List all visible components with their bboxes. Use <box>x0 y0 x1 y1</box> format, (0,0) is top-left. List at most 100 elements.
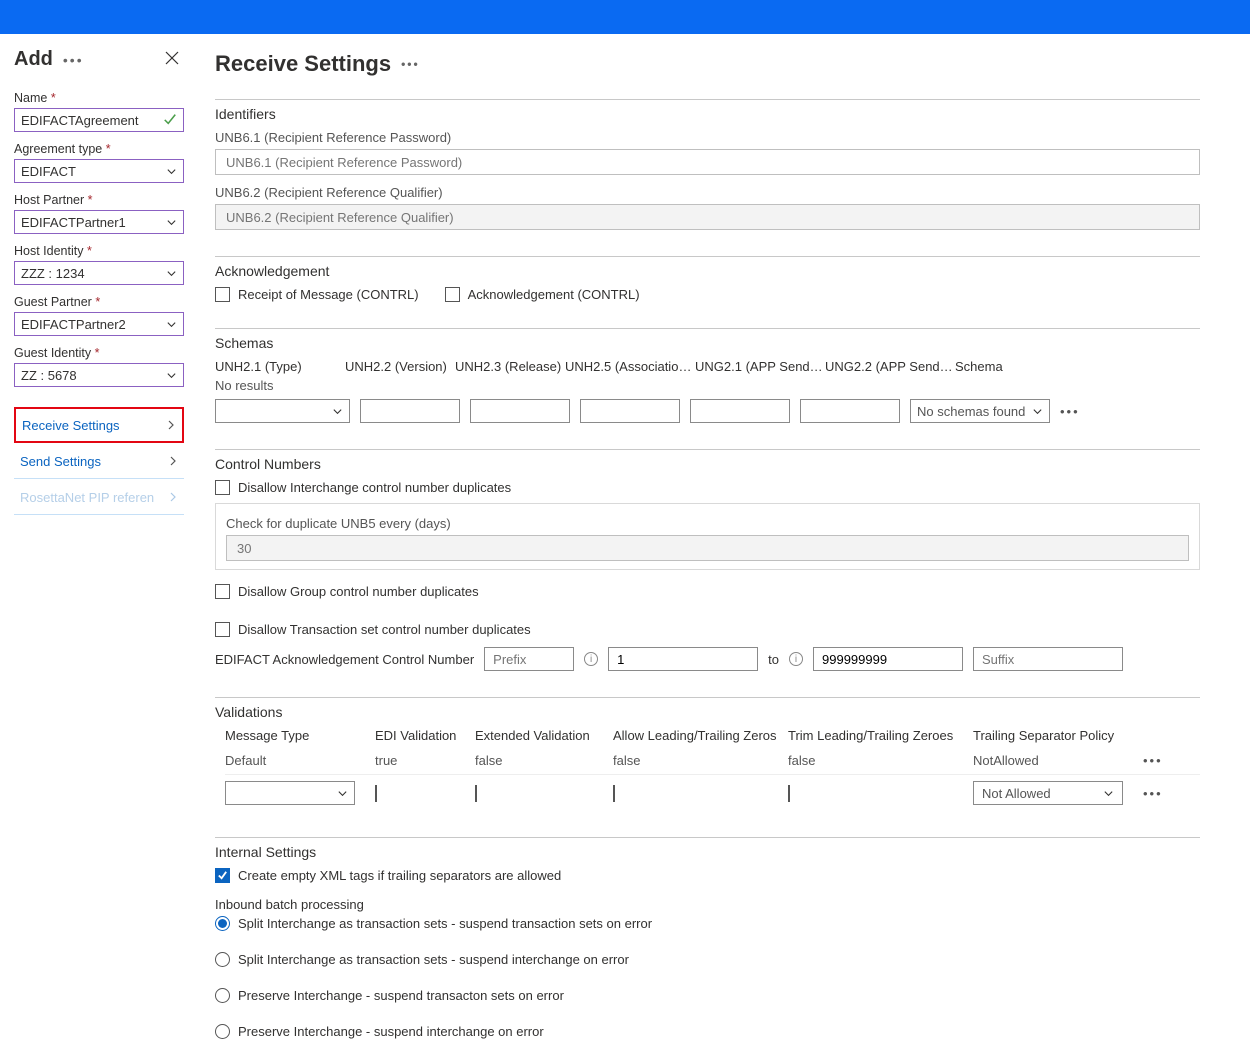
host-identity-label: Host Identity * <box>14 244 184 258</box>
unb61-input[interactable] <box>215 149 1200 175</box>
name-input[interactable]: EDIFACTAgreement <box>14 108 184 132</box>
schema-col-association: UNH2.5 (Association … <box>565 359 695 374</box>
val-col-allow: Allow Leading/Trailing Zeros <box>613 728 788 743</box>
validation-edi-checkbox[interactable] <box>375 785 377 802</box>
chevron-down-icon <box>166 319 177 330</box>
guest-identity-label: Guest Identity * <box>14 346 184 360</box>
identifiers-section: Identifiers UNB6.1 (Recipient Reference … <box>215 99 1200 230</box>
app-topbar <box>0 0 1250 34</box>
chevron-right-icon <box>168 490 178 505</box>
validation-trim-checkbox[interactable] <box>788 785 790 802</box>
receive-settings-panel: Receive Settings ••• Identifiers UNB6.1 … <box>199 34 1250 1060</box>
receipt-of-message-checkbox[interactable]: Receipt of Message (CONTRL) <box>215 287 419 302</box>
guest-identity-select[interactable]: ZZ : 5678 <box>14 363 184 387</box>
create-empty-xml-checkbox[interactable]: Create empty XML tags if trailing separa… <box>215 868 1200 883</box>
host-partner-select[interactable]: EDIFACTPartner1 <box>14 210 184 234</box>
unb62-input[interactable] <box>215 204 1200 230</box>
identifiers-heading: Identifiers <box>215 106 1200 122</box>
page-title: Receive Settings <box>215 51 391 77</box>
close-icon[interactable] <box>164 50 184 70</box>
ack-prefix-input[interactable] <box>484 647 574 671</box>
schema-association-input[interactable] <box>580 399 680 423</box>
disallow-interchange-checkbox[interactable]: Disallow Interchange control number dupl… <box>215 480 1200 495</box>
disallow-transaction-checkbox[interactable]: Disallow Transaction set control number … <box>215 622 1200 637</box>
chevron-down-icon <box>166 370 177 381</box>
validation-row-new: Not Allowed ••• <box>225 775 1200 811</box>
more-icon[interactable]: ••• <box>401 57 420 71</box>
validations-heading: Validations <box>215 704 1200 720</box>
ack-heading: Acknowledgement <box>215 263 1200 279</box>
chevron-down-icon <box>166 166 177 177</box>
schema-row-more-icon[interactable]: ••• <box>1060 404 1080 419</box>
validation-ext-checkbox[interactable] <box>475 785 477 802</box>
schema-col-schema: Schema <box>955 359 1095 374</box>
schema-type-select[interactable] <box>215 399 350 423</box>
acknowledgement-checkbox[interactable]: Acknowledgement (CONTRL) <box>445 287 640 302</box>
schema-col-type: UNH2.1 (Type) <box>215 359 345 374</box>
to-label: to <box>768 652 779 667</box>
batch-opt3-radio[interactable]: Preserve Interchange - suspend transacto… <box>215 988 1200 1003</box>
info-icon[interactable]: i <box>584 652 598 666</box>
schemas-no-results: No results <box>215 378 1200 393</box>
ack-to-input[interactable] <box>813 647 963 671</box>
val-col-policy: Trailing Separator Policy <box>973 728 1143 743</box>
validation-row-more-icon[interactable]: ••• <box>1143 786 1163 801</box>
validations-section: Validations Message Type EDI Validation … <box>215 697 1200 811</box>
agreement-type-select[interactable]: EDIFACT <box>14 159 184 183</box>
batch-opt2-radio[interactable]: Split Interchange as transaction sets - … <box>215 952 1200 967</box>
unb62-label: UNB6.2 (Recipient Reference Qualifier) <box>215 185 1200 200</box>
control-numbers-section: Control Numbers Disallow Interchange con… <box>215 449 1200 671</box>
schema-release-input[interactable] <box>470 399 570 423</box>
schema-sender-id-input[interactable] <box>690 399 790 423</box>
guest-partner-label: Guest Partner * <box>14 295 184 309</box>
batch-processing-label: Inbound batch processing <box>215 897 1200 912</box>
chevron-right-icon <box>168 454 178 469</box>
schema-col-sender: UNG2.2 (APP Sender… <box>825 359 955 374</box>
disallow-group-checkbox[interactable]: Disallow Group control number duplicates <box>215 584 1200 599</box>
nav-rosettanet[interactable]: RosettaNet PIP referen <box>14 479 184 515</box>
nav-send-settings[interactable]: Send Settings <box>14 443 184 479</box>
unb61-label: UNB6.1 (Recipient Reference Password) <box>215 130 1200 145</box>
nav-receive-settings[interactable]: Receive Settings <box>14 407 184 443</box>
add-title: Add <box>14 48 53 71</box>
batch-opt4-radio[interactable]: Preserve Interchange - suspend interchan… <box>215 1024 1200 1039</box>
agreement-type-label: Agreement type * <box>14 142 184 156</box>
ack-from-input[interactable] <box>608 647 758 671</box>
internal-heading: Internal Settings <box>215 844 1200 860</box>
check-duplicate-input <box>226 535 1189 561</box>
name-label: Name * <box>14 91 184 105</box>
schema-col-release: UNH2.3 (Release) <box>455 359 565 374</box>
check-duplicate-label: Check for duplicate UNB5 every (days) <box>226 516 1189 531</box>
host-identity-select[interactable]: ZZZ : 1234 <box>14 261 184 285</box>
validation-policy-select[interactable]: Not Allowed <box>973 781 1123 805</box>
schemas-heading: Schemas <box>215 335 1200 351</box>
val-col-ext: Extended Validation <box>475 728 613 743</box>
batch-opt1-radio[interactable]: Split Interchange as transaction sets - … <box>215 916 1200 931</box>
ack-control-label: EDIFACT Acknowledgement Control Number <box>215 652 474 667</box>
validation-row-default: Default true false false false NotAllowe… <box>225 747 1200 775</box>
chevron-down-icon <box>166 217 177 228</box>
internal-settings-section: Internal Settings Create empty XML tags … <box>215 837 1200 1039</box>
guest-partner-select[interactable]: EDIFACTPartner2 <box>14 312 184 336</box>
schema-sender-input[interactable] <box>800 399 900 423</box>
chevron-down-icon <box>166 268 177 279</box>
validation-row-more-icon[interactable]: ••• <box>1143 753 1163 768</box>
ack-suffix-input[interactable] <box>973 647 1123 671</box>
schema-version-input[interactable] <box>360 399 460 423</box>
val-col-msgtype: Message Type <box>225 728 375 743</box>
info-icon[interactable]: i <box>789 652 803 666</box>
validation-msgtype-select[interactable] <box>225 781 355 805</box>
validation-allow-checkbox[interactable] <box>613 785 615 802</box>
host-partner-label: Host Partner * <box>14 193 184 207</box>
more-icon[interactable]: ••• <box>63 52 84 68</box>
schema-select[interactable]: No schemas found <box>910 399 1050 423</box>
schema-col-sender-id: UNG2.1 (APP Sender ID) <box>695 359 825 374</box>
chevron-right-icon <box>166 418 176 433</box>
add-panel: Add ••• Name * EDIFACTAgreement Agreemen… <box>0 34 199 1060</box>
check-duplicate-box: Check for duplicate UNB5 every (days) <box>215 503 1200 570</box>
schemas-section: Schemas UNH2.1 (Type) UNH2.2 (Version) U… <box>215 328 1200 423</box>
control-numbers-heading: Control Numbers <box>215 456 1200 472</box>
val-col-trim: Trim Leading/Trailing Zeroes <box>788 728 973 743</box>
check-icon <box>163 112 177 129</box>
val-col-edi: EDI Validation <box>375 728 475 743</box>
